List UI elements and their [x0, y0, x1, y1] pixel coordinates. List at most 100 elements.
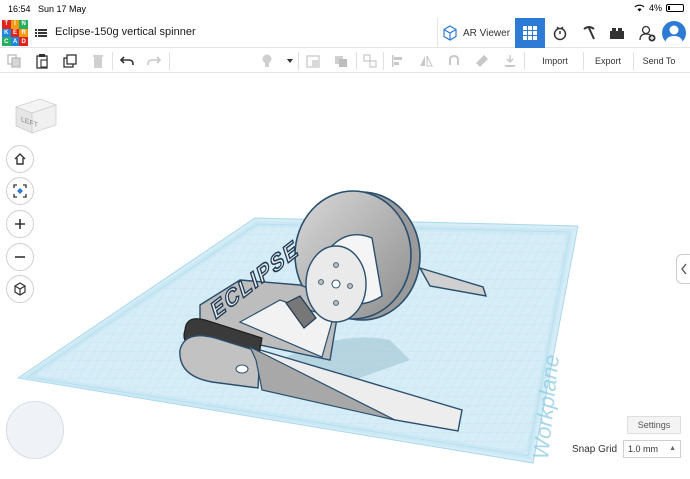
mirror-icon[interactable]: [418, 53, 434, 69]
wifi-icon: [634, 4, 645, 12]
snap-grid-label: Snap Grid: [572, 444, 618, 455]
servo-block: [285, 295, 317, 329]
import-button[interactable]: Import: [529, 49, 581, 73]
paste-icon[interactable]: [34, 53, 50, 69]
workplane-tool-icon[interactable]: [502, 53, 518, 69]
workplane-label: Workplane: [528, 353, 564, 460]
projection-button[interactable]: [6, 275, 34, 303]
bolt-hole: [333, 300, 339, 306]
design-title[interactable]: Eclipse-150g vertical spinner: [55, 26, 196, 38]
tank-track: [183, 318, 263, 361]
settings-button[interactable]: Settings: [627, 416, 681, 434]
blocks-view-button[interactable]: [546, 18, 574, 48]
dropdown-caret-icon[interactable]: [282, 53, 298, 69]
battery-icon: [666, 4, 684, 12]
shapes-panel-toggle[interactable]: [676, 254, 690, 284]
drum-cylinder: [329, 234, 383, 305]
battery-percent: 4%: [648, 3, 662, 13]
zoom-in-button[interactable]: [6, 210, 34, 238]
edit-toolbar: Import Export Send To: [0, 49, 690, 73]
view-cube[interactable]: LEFT: [12, 93, 58, 135]
status-date: Sun 17 May: [38, 4, 87, 14]
logo-letter: R: [19, 28, 28, 38]
bolt-hole: [318, 279, 324, 285]
home-view-button[interactable]: [6, 145, 34, 173]
logo-letter: I: [10, 20, 20, 29]
chassis-logo-text: ECLIPSE: [208, 233, 301, 325]
group-icon[interactable]: [333, 53, 349, 69]
toolbar-separator: [298, 52, 299, 70]
chevron-left-icon: [680, 263, 687, 275]
copy-icon[interactable]: [6, 53, 22, 69]
chassis-top: [238, 299, 334, 358]
side-plate-hole: [235, 364, 249, 374]
front-wedge: [248, 345, 396, 421]
3d-view-button[interactable]: [515, 18, 545, 48]
model-shadow: [280, 337, 410, 385]
logo-letter: E: [10, 28, 20, 38]
lego-brick-button[interactable]: [603, 18, 631, 48]
ar-viewer-button[interactable]: AR Viewer: [437, 18, 513, 48]
stepper-icon: ▲: [669, 445, 676, 452]
wedge-plate: [238, 346, 463, 432]
snap-grid-value: 1.0 mm: [628, 444, 659, 454]
bricks-view-button[interactable]: [575, 18, 603, 48]
logo-letter: C: [2, 37, 11, 46]
toolbar-separator: [356, 52, 357, 70]
duplicate-icon[interactable]: [62, 53, 78, 69]
zoom-out-button[interactable]: [6, 243, 34, 271]
undo-icon[interactable]: [119, 53, 135, 69]
brick-icon: [610, 28, 624, 39]
bolt-hole: [333, 262, 339, 268]
plus-icon: [15, 219, 25, 229]
redo-icon[interactable]: [146, 53, 162, 69]
design-menu-icon[interactable]: [35, 27, 47, 39]
rear-arm: [418, 266, 488, 297]
snap-grid-select[interactable]: 1.0 mm ▲: [623, 440, 681, 458]
workplane[interactable]: Workplane: [16, 217, 579, 464]
toolbar-separator: [524, 52, 525, 70]
toolbar-separator: [169, 52, 170, 70]
cruise-icon[interactable]: [446, 53, 462, 69]
gear-clock-icon: [553, 26, 567, 41]
tinkercad-app: 16:54 Sun 17 May 4% TINKERCAD Eclipse-15…: [0, 0, 690, 479]
toolbar-separator: [112, 52, 113, 70]
align-icon[interactable]: [390, 53, 406, 69]
ar-viewer-label: AR Viewer: [462, 27, 511, 39]
delete-icon[interactable]: [90, 53, 106, 69]
add-user-icon: [639, 25, 656, 42]
export-button[interactable]: Export: [585, 49, 631, 73]
chassis-body: [199, 279, 341, 361]
send-to-button[interactable]: Send To: [634, 49, 684, 73]
toolbar-separator: [383, 52, 384, 70]
cube-icon: [14, 282, 26, 296]
tinkercad-logo[interactable]: TINKERCAD: [2, 20, 28, 46]
lightbulb-icon[interactable]: [259, 53, 275, 69]
grid-icon: [523, 26, 537, 40]
spinner-disc-rim: [303, 191, 421, 321]
navigation-pad[interactable]: [6, 401, 64, 459]
logo-letter: D: [19, 37, 28, 46]
hub-hole: [331, 279, 341, 289]
header-bar: TINKERCAD Eclipse-150g vertical spinner …: [0, 18, 690, 48]
user-icon: [665, 25, 683, 45]
pickaxe-icon: [583, 26, 595, 40]
logo-letter: T: [2, 20, 11, 29]
ungroup-icon[interactable]: [362, 53, 378, 69]
fit-view-button[interactable]: [6, 177, 34, 205]
note-icon[interactable]: [305, 53, 321, 69]
ar-cube-icon: [443, 25, 457, 41]
add-user-button[interactable]: [633, 18, 661, 48]
status-bar: 16:54 Sun 17 May 4%: [0, 0, 690, 18]
bolt-hole: [347, 283, 353, 289]
robot-model[interactable]: ECLIPSE: [179, 190, 488, 432]
home-icon: [14, 153, 26, 165]
ruler-icon[interactable]: [474, 53, 490, 69]
spinner-disc: [294, 190, 412, 320]
logo-letter: K: [2, 28, 11, 38]
status-time: 16:54: [8, 4, 31, 14]
user-avatar[interactable]: [662, 21, 686, 45]
logo-letter: N: [19, 20, 28, 29]
toolbar-separator: [583, 52, 584, 70]
status-right: 4%: [634, 3, 684, 13]
